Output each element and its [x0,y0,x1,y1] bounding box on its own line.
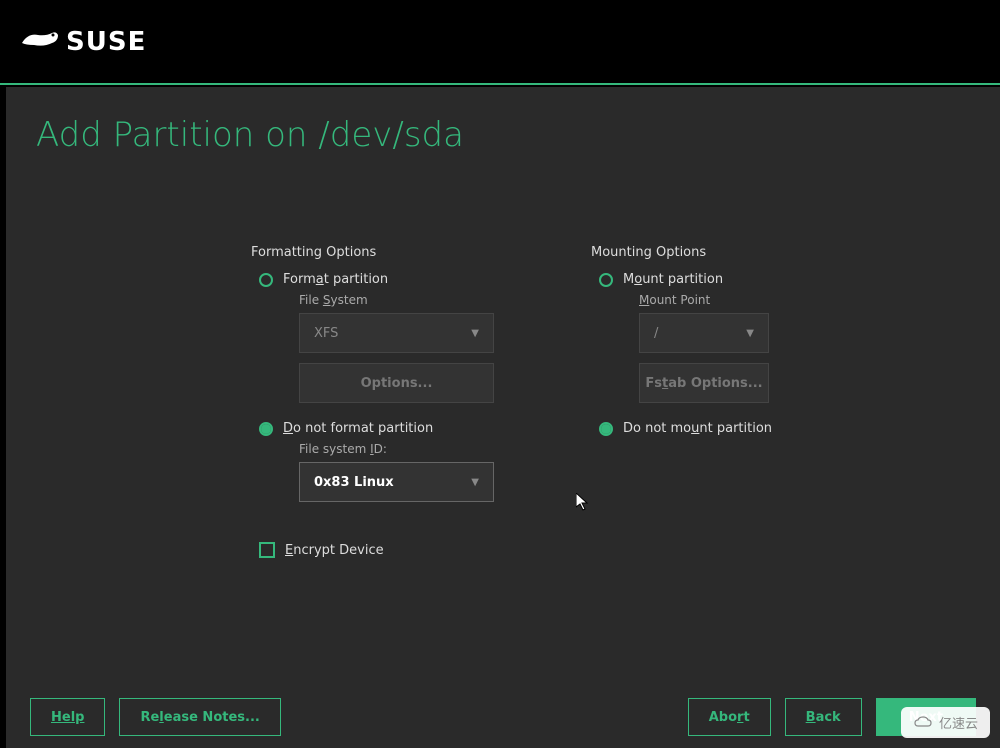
formatting-column: Formatting Options Format partition File… [251,245,531,558]
filesystem-dropdown: XFS ▼ [299,313,494,353]
chevron-down-icon: ▼ [471,477,479,488]
encrypt-label: Encrypt Device [285,543,384,558]
mount-point-dropdown: / ▼ [639,313,769,353]
format-partition-radio-row[interactable]: Format partition [259,272,531,287]
logo: SUSE [20,23,146,60]
do-not-format-label: Do not format partition [283,421,433,436]
footer: Help Release Notes... Abort Back Next [6,698,1000,736]
format-partition-radio[interactable] [259,273,273,287]
abort-button[interactable]: Abort [688,698,771,736]
content: Formatting Options Format partition File… [36,245,970,558]
do-not-mount-radio[interactable] [599,422,613,436]
filesystem-id-value: 0x83 Linux [314,475,394,490]
encrypt-checkbox[interactable] [259,542,275,558]
mount-partition-radio-row[interactable]: Mount partition [599,272,871,287]
do-not-mount-label: Do not mount partition [623,421,772,436]
help-button[interactable]: Help [30,698,105,736]
encrypt-row[interactable]: Encrypt Device [259,542,531,558]
mount-partition-radio[interactable] [599,273,613,287]
filesystem-options-button: Options... [299,363,494,403]
mount-point-value: / [654,326,658,341]
footer-left: Help Release Notes... [30,698,281,736]
filesystem-value: XFS [314,326,338,341]
filesystem-label: File System [299,293,531,307]
chevron-down-icon: ▼ [746,328,754,339]
suse-chameleon-icon [20,23,62,60]
mounting-section-title: Mounting Options [591,245,871,260]
format-partition-label: Format partition [283,272,388,287]
release-notes-button[interactable]: Release Notes... [119,698,280,736]
filesystem-id-label: File system ID: [299,442,531,456]
do-not-format-radio[interactable] [259,422,273,436]
cloud-icon [913,716,933,730]
mount-point-label: Mount Point [639,293,871,307]
watermark: 亿速云 [901,707,990,738]
formatting-section-title: Formatting Options [251,245,531,260]
fstab-options-button: Fstab Options... [639,363,769,403]
mount-partition-label: Mount partition [623,272,723,287]
page-title: Add Partition on /dev/sda [36,115,970,155]
do-not-format-radio-row[interactable]: Do not format partition [259,421,531,436]
main-panel: Add Partition on /dev/sda Formatting Opt… [6,87,1000,748]
mounting-column: Mounting Options Mount partition Mount P… [591,245,871,558]
chevron-down-icon: ▼ [471,328,479,339]
header: SUSE [0,0,1000,85]
do-not-mount-radio-row[interactable]: Do not mount partition [599,421,871,436]
brand-text: SUSE [66,27,146,57]
back-button[interactable]: Back [785,698,862,736]
filesystem-id-dropdown[interactable]: 0x83 Linux ▼ [299,462,494,502]
